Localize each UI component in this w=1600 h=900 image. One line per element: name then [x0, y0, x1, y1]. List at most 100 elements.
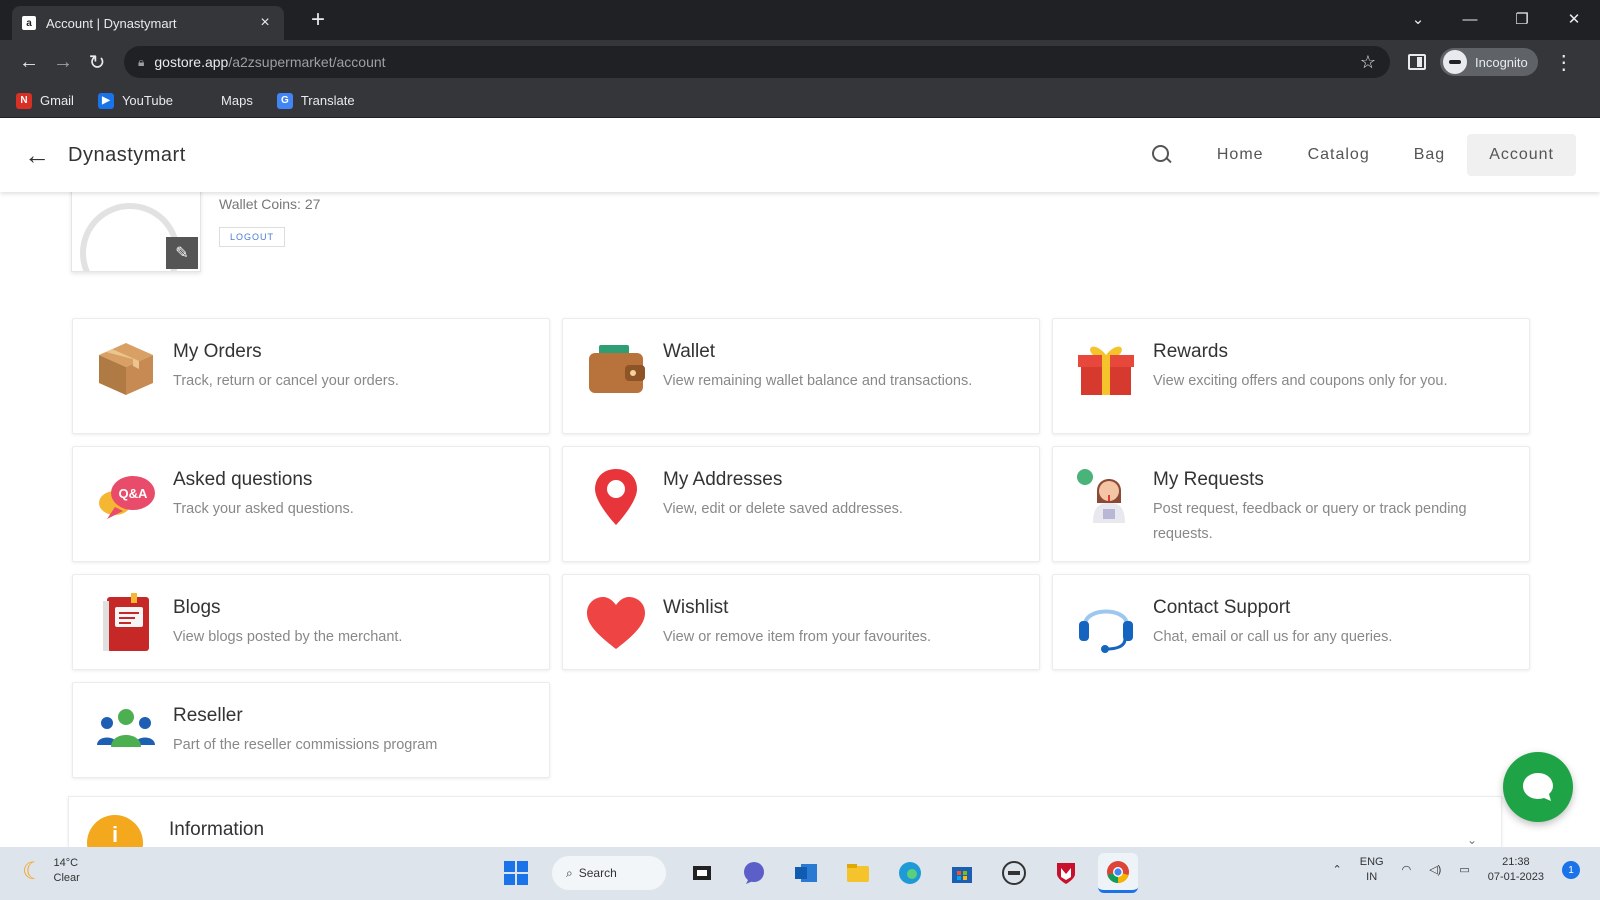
browser-tab-strip: a Account | Dynastymart × + ⌄ — ❐ ✕	[0, 0, 1600, 40]
browser-tab[interactable]: a Account | Dynastymart ×	[12, 6, 284, 40]
start-windows-icon[interactable]	[496, 853, 536, 893]
forward-icon[interactable]: →	[46, 45, 80, 79]
browser-menu-icon[interactable]: ⋮	[1554, 50, 1574, 75]
tab-search-chevron-icon[interactable]: ⌄	[1392, 10, 1444, 28]
browser-toolbar: ← → ↻ 🔒︎ gostore.app /a2zsupermarket/acc…	[0, 40, 1600, 84]
incognito-profile-button[interactable]: Incognito	[1440, 48, 1538, 76]
card-title: My Orders	[173, 341, 262, 362]
card-title: My Addresses	[663, 469, 783, 490]
group-icon	[95, 701, 157, 763]
chrome-icon[interactable]	[1098, 853, 1138, 893]
url-path: /a2zsupermarket/account	[228, 54, 386, 70]
card-my-requests[interactable]: My Requests Post request, feedback or qu…	[1052, 446, 1530, 562]
card-my-orders[interactable]: My Orders Track, return or cancel your o…	[72, 318, 550, 434]
avatar[interactable]: ✎	[71, 192, 201, 272]
bookmark-label: Translate	[300, 93, 355, 108]
wallet-icon	[585, 337, 647, 399]
windows-taskbar: ☾ 14°C Clear ⌕ Search ⌃ ENG IN ◠ ◁) ▭ 21…	[0, 847, 1600, 900]
restore-icon[interactable]: ❐	[1496, 10, 1548, 28]
gmail-icon: N	[16, 92, 32, 109]
bookmark-label: Maps	[221, 93, 253, 108]
bookmark-maps[interactable]: Maps	[197, 93, 253, 109]
side-panel-icon[interactable]	[1408, 54, 1426, 70]
bookmarks-bar: N Gmail ▶ YouTube Maps G Translate	[0, 84, 1600, 118]
incognito-icon	[1443, 50, 1467, 74]
card-desc: Track, return or cancel your orders.	[173, 373, 399, 389]
dell-icon[interactable]	[994, 853, 1034, 893]
card-title: Wallet	[663, 341, 716, 362]
store-icon[interactable]	[942, 853, 982, 893]
card-reseller[interactable]: Reseller Part of the reseller commission…	[72, 682, 550, 778]
information-section[interactable]: i Information ⌄	[68, 796, 1502, 847]
minimize-icon[interactable]: —	[1444, 11, 1496, 28]
clock-date: 07-01-2023	[1487, 871, 1544, 883]
incognito-label: Incognito	[1475, 54, 1528, 70]
wifi-icon[interactable]: ◠	[1402, 863, 1412, 878]
bookmark-gmail[interactable]: N Gmail	[16, 92, 74, 109]
window-controls: ⌄ — ❐ ✕	[1392, 0, 1600, 38]
bookmark-label: Gmail	[40, 93, 74, 108]
chat-app-icon[interactable]	[734, 853, 774, 893]
address-bar[interactable]: 🔒︎ gostore.app /a2zsupermarket/account ☆	[124, 46, 1390, 78]
task-view-icon[interactable]	[682, 853, 722, 893]
new-tab-button[interactable]: +	[304, 6, 332, 34]
card-title: Asked questions	[173, 469, 313, 490]
nav-catalog[interactable]: Catalog	[1286, 134, 1392, 176]
taskbar-search[interactable]: ⌕ Search	[552, 856, 666, 890]
outlook-icon[interactable]	[786, 853, 826, 893]
bookmark-label: YouTube	[121, 93, 174, 108]
logout-button[interactable]: LOGOUT	[219, 227, 286, 247]
card-desc: View exciting offers and coupons only fo…	[1153, 373, 1448, 389]
box-icon	[95, 337, 157, 399]
chat-button[interactable]	[1503, 752, 1573, 822]
brand-title: Dynastymart	[68, 143, 186, 166]
mcafee-icon[interactable]	[1046, 853, 1086, 893]
back-icon[interactable]: ←	[12, 45, 46, 79]
gift-icon	[1075, 337, 1137, 399]
card-desc: Chat, email or call us for any queries.	[1153, 629, 1393, 645]
tab-title: Account | Dynastymart	[46, 15, 177, 31]
clock[interactable]: 21:38 07-01-2023	[1488, 855, 1544, 885]
card-wallet[interactable]: Wallet View remaining wallet balance and…	[562, 318, 1040, 434]
card-desc: View or remove item from your favourites…	[663, 629, 932, 645]
tray-overflow-icon[interactable]: ⌃	[1333, 863, 1342, 878]
card-desc: View remaining wallet balance and transa…	[663, 373, 973, 389]
card-desc: View, edit or delete saved addresses.	[663, 501, 903, 517]
card-title: Blogs	[173, 597, 221, 618]
system-tray: ⌃ ENG IN ◠ ◁) ▭ 21:38 07-01-2023 1	[1315, 855, 1580, 885]
youtube-icon: ▶	[97, 92, 114, 109]
nav-bag[interactable]: Bag	[1392, 134, 1467, 176]
notification-badge[interactable]: 1	[1562, 861, 1580, 879]
maps-icon	[197, 93, 213, 109]
edge-icon[interactable]	[890, 853, 930, 893]
card-wishlist[interactable]: Wishlist View or remove item from your f…	[562, 574, 1040, 670]
card-title: Contact Support	[1153, 597, 1291, 618]
bookmark-youtube[interactable]: ▶ YouTube	[97, 92, 174, 109]
card-contact-support[interactable]: Contact Support Chat, email or call us f…	[1052, 574, 1530, 670]
volume-icon[interactable]: ◁)	[1429, 863, 1441, 878]
card-blogs[interactable]: Blogs View blogs posted by the merchant.	[72, 574, 550, 670]
reload-icon[interactable]: ↻	[80, 45, 114, 79]
nav-account[interactable]: Account	[1467, 134, 1576, 176]
bookmark-translate[interactable]: G Translate	[276, 92, 355, 109]
card-rewards[interactable]: Rewards View exciting offers and coupons…	[1052, 318, 1530, 434]
wallet-coins: Wallet Coins: 27	[219, 196, 321, 212]
tab-close-icon[interactable]: ×	[256, 14, 274, 32]
nav-home[interactable]: Home	[1195, 134, 1286, 176]
card-title: Wishlist	[663, 597, 729, 618]
search-icon[interactable]	[1151, 144, 1173, 166]
card-asked-questions[interactable]: Q&A Asked questions Track your asked que…	[72, 446, 550, 562]
weather-widget[interactable]: ☾ 14°C Clear	[22, 856, 80, 886]
bookmark-star-icon[interactable]: ☆	[1360, 52, 1376, 73]
edit-pencil-icon[interactable]: ✎	[166, 237, 198, 269]
battery-icon[interactable]: ▭	[1459, 863, 1469, 878]
file-explorer-icon[interactable]	[838, 853, 878, 893]
card-my-addresses[interactable]: My Addresses View, edit or delete saved …	[562, 446, 1040, 562]
chevron-down-icon[interactable]: ⌄	[1467, 833, 1477, 847]
close-window-icon[interactable]: ✕	[1548, 10, 1600, 28]
back-arrow-icon[interactable]: ←	[24, 140, 52, 171]
user-silhouette-icon	[80, 203, 180, 271]
language-indicator[interactable]: ENG IN	[1360, 855, 1384, 885]
card-title: Rewards	[1153, 341, 1228, 362]
card-desc: Post request, feedback or query or track…	[1153, 501, 1467, 542]
